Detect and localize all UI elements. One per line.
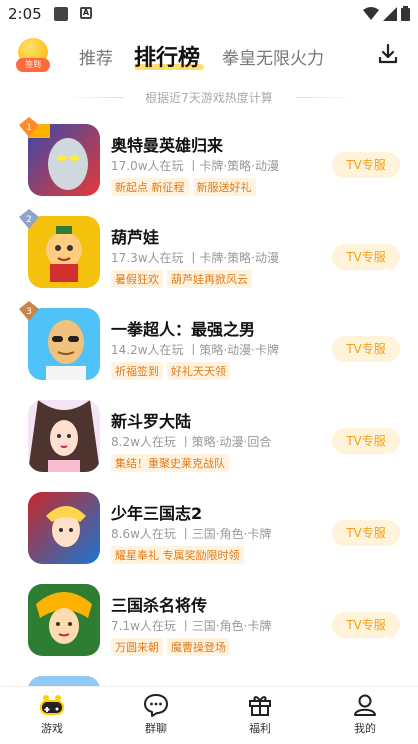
game-tag: 万圆来朝: [111, 638, 163, 656]
game-tags: 新起点 新征程 新服送好礼: [111, 178, 256, 196]
game-tag: 暑假狂欢: [111, 270, 163, 288]
list-item[interactable]: 1 奥特曼英雄归来 17.0w人在玩 丨卡牌·策略·动漫 新起点 新征程 新服送…: [0, 112, 418, 202]
gamepad-icon: [40, 695, 64, 715]
tv-server-button[interactable]: TV专服: [332, 612, 400, 638]
game-tag: 葫芦娃再掀风云: [167, 270, 252, 288]
nav-welfare[interactable]: 福利: [230, 693, 290, 736]
game-icon-douluo[interactable]: [28, 400, 100, 472]
game-meta: 8.6w人在玩 丨三国·角色·卡牌: [111, 527, 272, 541]
gift-icon: [249, 696, 271, 716]
game-meta: 17.3w人在玩 丨卡牌·策略·动漫: [111, 251, 279, 265]
nav-games-label: 游戏: [41, 722, 63, 735]
list-item[interactable]: 三国杀名将传 7.1w人在玩 丨三国·角色·卡牌 万圆来朝 魔曹操登场 TV专服: [0, 572, 418, 662]
nav-mine-label: 我的: [354, 722, 376, 735]
game-title: 新斗罗大陆: [111, 412, 192, 431]
tv-server-button[interactable]: TV专服: [332, 244, 400, 270]
divider-right: [296, 97, 356, 98]
tab-ranking[interactable]: 排行榜: [134, 40, 200, 72]
tv-server-button[interactable]: TV专服: [332, 520, 400, 546]
game-tag: 好礼天天领: [167, 362, 230, 380]
game-meta: 14.2w人在玩 丨策略·动漫·卡牌: [111, 343, 279, 357]
game-icon-partial[interactable]: [28, 676, 100, 686]
svg-text:2: 2: [26, 215, 32, 225]
tab-kof[interactable]: 拳皇无限火力: [222, 44, 324, 69]
nav-welfare-label: 福利: [249, 722, 271, 735]
game-tag: 集结！重聚史莱克战队: [111, 454, 229, 472]
tv-server-button[interactable]: TV专服: [332, 336, 400, 362]
game-icon-shaonian-sanguo[interactable]: [28, 492, 100, 564]
ranking-list[interactable]: 1 奥特曼英雄归来 17.0w人在玩 丨卡牌·策略·动漫 新起点 新征程 新服送…: [0, 112, 418, 686]
status-time: 2:05: [8, 5, 42, 23]
list-item[interactable]: 新斗罗大陆 8.2w人在玩 丨策略·动漫·回合 集结！重聚史莱克战队 TV专服: [0, 388, 418, 478]
status-icons: [363, 6, 410, 21]
rank-2-icon: 2: [19, 209, 39, 229]
game-tag: 魔曹操登场: [167, 638, 230, 656]
battery-icon: [401, 6, 410, 21]
game-tag: 新服送好礼: [192, 178, 256, 196]
game-tag: 祈福签到: [111, 362, 163, 380]
list-item[interactable]: 2 葫芦娃 17.3w人在玩 丨卡牌·策略·动漫 暑假狂欢 葫芦娃再掀风云 TV…: [0, 204, 418, 294]
top-tab-bar: 签到 推荐 排行榜 拳皇无限火力: [0, 34, 418, 78]
game-meta: 7.1w人在玩 丨三国·角色·卡牌: [111, 619, 272, 633]
signin-badge: 签到: [16, 58, 50, 72]
game-title: 三国杀名将传: [111, 596, 208, 615]
tv-server-button[interactable]: TV专服: [332, 428, 400, 454]
nav-group-chat[interactable]: 群聊: [126, 693, 186, 736]
game-title: 一拳超人：最强之男: [111, 320, 256, 339]
nav-chat-label: 群聊: [145, 722, 167, 735]
game-tags: 祈福签到 好礼天天领: [111, 362, 230, 380]
rank-1-icon: 1: [19, 117, 39, 137]
game-tags: 万圆来朝 魔曹操登场: [111, 638, 230, 656]
game-tags: 暑假狂欢 葫芦娃再掀风云: [111, 270, 252, 288]
rank-3-icon: 3: [19, 301, 39, 321]
download-icon[interactable]: [376, 42, 400, 66]
game-tags: 耀星奉礼 专属奖励限时领: [111, 546, 244, 564]
tab-recommend[interactable]: 推荐: [79, 44, 113, 69]
signal-icon: [383, 6, 397, 21]
game-tag: 耀星奉礼 专属奖励限时领: [111, 546, 244, 564]
game-tags: 集结！重聚史莱克战队: [111, 454, 229, 472]
svg-text:3: 3: [26, 307, 32, 317]
nav-mine[interactable]: 我的: [335, 693, 395, 736]
game-title: 葫芦娃: [111, 228, 160, 247]
signin-button[interactable]: 签到: [16, 38, 50, 72]
tv-server-button[interactable]: TV专服: [332, 152, 400, 178]
list-item-partial[interactable]: [0, 664, 418, 686]
svg-text:1: 1: [26, 123, 32, 133]
bottom-nav: 游戏 群聊 福利 我的: [0, 686, 418, 744]
game-meta: 8.2w人在玩 丨策略·动漫·回合: [111, 435, 272, 449]
user-icon: [354, 694, 376, 716]
wifi-icon: [363, 6, 379, 20]
game-tag: 新起点 新征程: [111, 178, 189, 196]
list-item[interactable]: 3 一拳超人：最强之男 14.2w人在玩 丨策略·动漫·卡牌 祈福签到 好礼天天…: [0, 296, 418, 386]
game-title: 少年三国志2: [111, 504, 203, 523]
font-notification-icon: A: [80, 7, 92, 19]
game-icon-sanguosha[interactable]: [28, 584, 100, 656]
chat-icon: [144, 694, 168, 717]
game-title: 奥特曼英雄归来: [111, 136, 224, 155]
list-item[interactable]: 少年三国志2 8.6w人在玩 丨三国·角色·卡牌 耀星奉礼 专属奖励限时领 TV…: [0, 480, 418, 570]
nav-games[interactable]: 游戏: [22, 693, 82, 736]
game-meta: 17.0w人在玩 丨卡牌·策略·动漫: [111, 159, 279, 173]
status-bar: 2:05 A: [0, 0, 418, 28]
app-notification-icon: [54, 7, 68, 21]
